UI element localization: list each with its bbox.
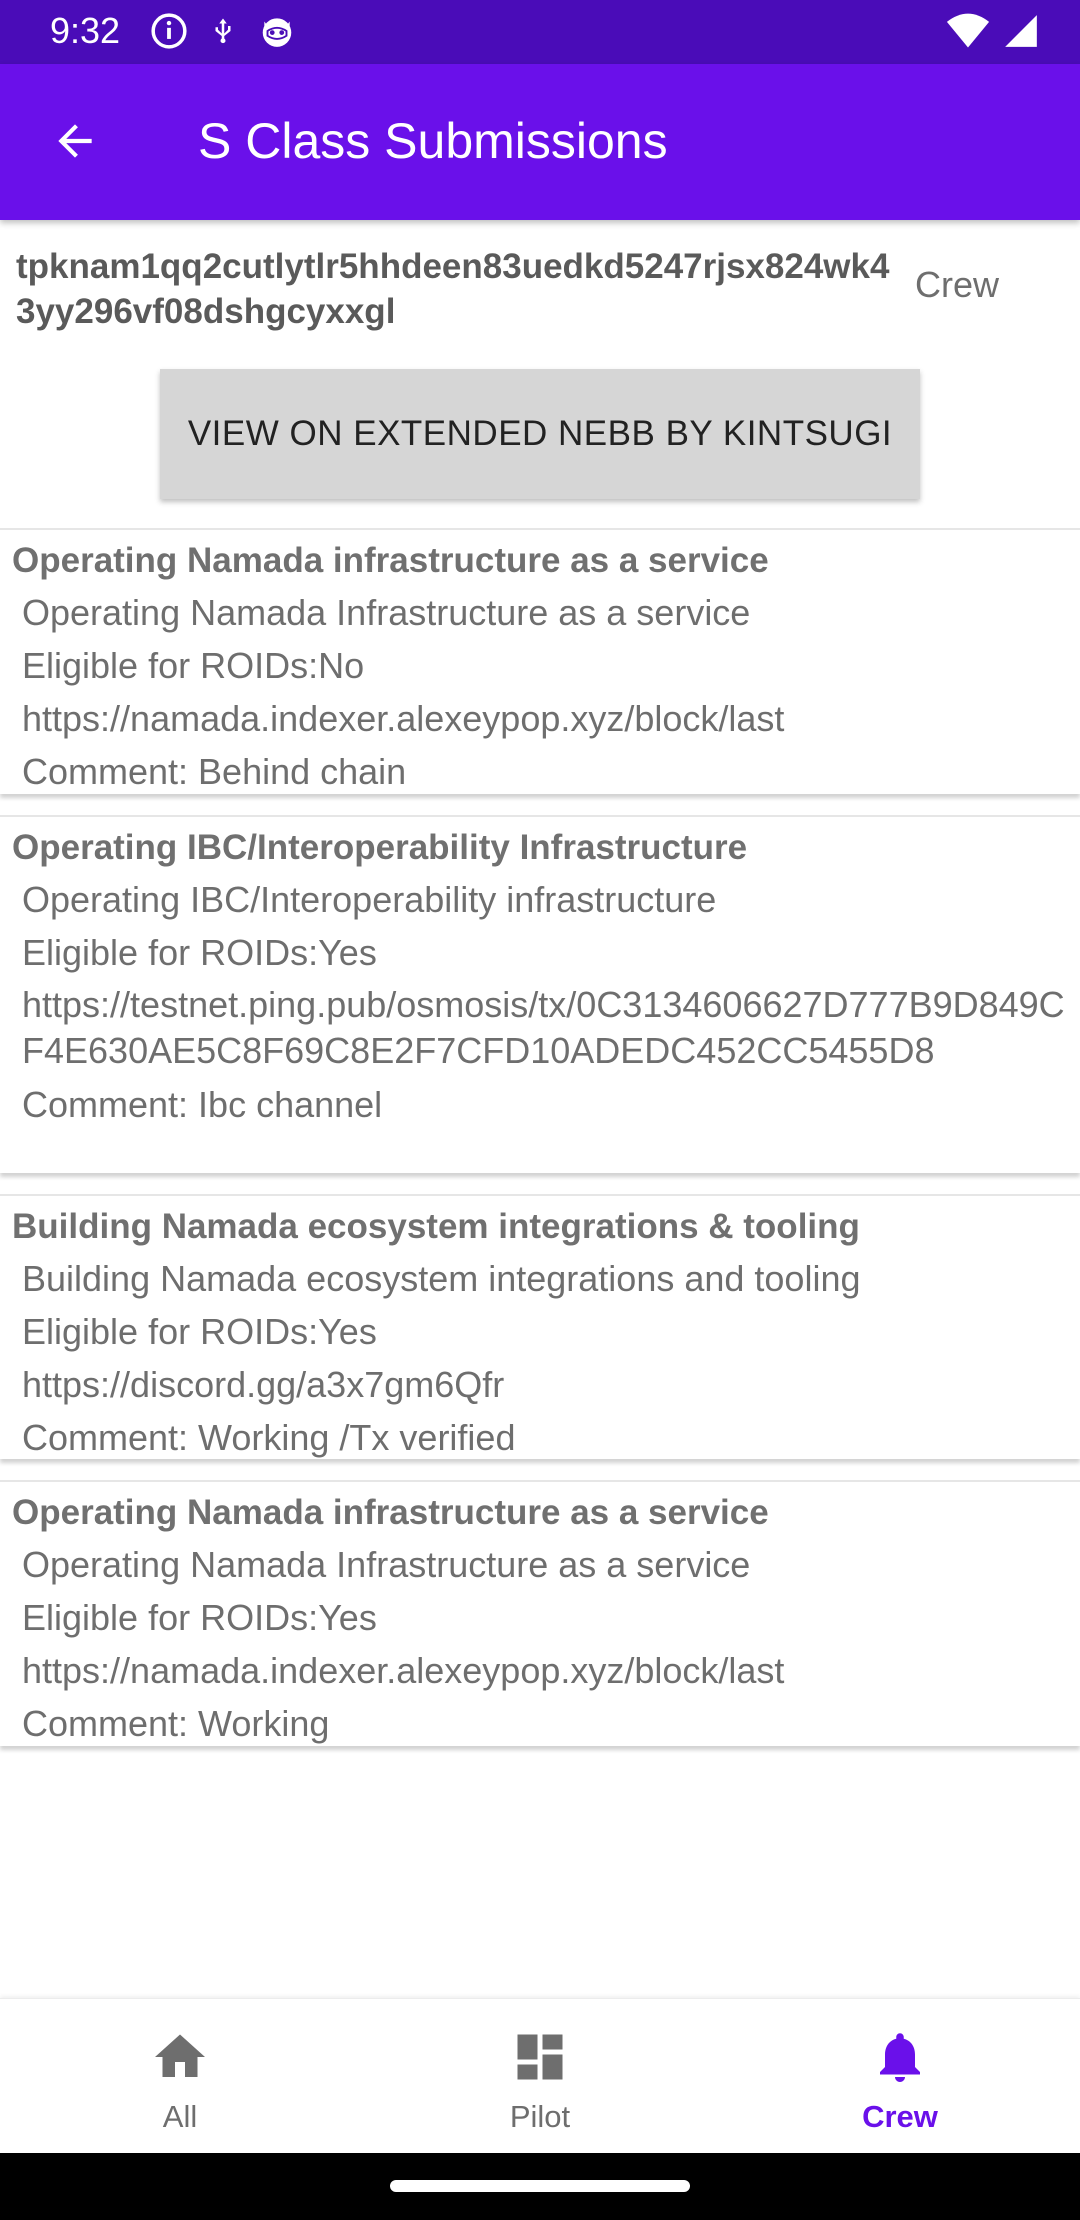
submission-link[interactable]: https://testnet.ping.pub/osmosis/tx/0C31…: [12, 979, 1072, 1078]
submission-eligibility: Eligible for ROIDs:Yes: [22, 1597, 377, 1638]
nav-item-crew[interactable]: Crew: [720, 1999, 1080, 2154]
submission-link[interactable]: https://namada.indexer.alexeypop.xyz/blo…: [12, 692, 1080, 745]
info-circle-icon: [150, 12, 188, 55]
submission-description: Operating IBC/Interoperability infrastru…: [22, 879, 717, 920]
page-title: S Class Submissions: [198, 113, 668, 169]
submission-link[interactable]: https://discord.gg/a3x7gm6Qfr: [12, 1358, 1080, 1411]
submission-link[interactable]: https://namada.indexer.alexeypop.xyz/blo…: [12, 1644, 1080, 1697]
submission-title: Operating Namada infrastructure as a ser…: [12, 541, 769, 580]
submission-title: Operating IBC/Interoperability Infrastru…: [12, 828, 748, 867]
dashboard-icon: [510, 2027, 570, 2087]
wallet-address: tpknam1qq2cutlytlr5hhdeen83uedkd5247rjsx…: [16, 247, 890, 331]
signal-icon: [1002, 12, 1040, 55]
submission-eligibility: Eligible for ROIDs:Yes: [22, 932, 377, 973]
nav-label-pilot: Pilot: [509, 2099, 571, 2134]
submission-comment: Comment: Ibc channel: [22, 1084, 383, 1125]
submission-card[interactable]: Operating IBC/Interoperability Infrastru…: [0, 815, 1080, 1173]
nav-label-crew: Crew: [862, 2099, 938, 2134]
status-icons-right: [946, 12, 1040, 55]
submission-comment: Comment: Behind chain: [22, 751, 407, 792]
nav-item-pilot[interactable]: Pilot: [360, 1999, 720, 2154]
nav-label-all: All: [162, 2099, 198, 2134]
view-on-extended-nebb-button[interactable]: VIEW ON EXTENDED NEBB BY KINTSUGI: [160, 369, 920, 499]
submission-card[interactable]: Operating Namada infrastructure as a ser…: [0, 1480, 1080, 1746]
app-bar: S Class Submissions: [0, 64, 1080, 220]
nav-item-all[interactable]: All: [0, 1999, 360, 2154]
arrow-back-icon: [50, 116, 100, 171]
gesture-handle[interactable]: [390, 2180, 690, 2192]
submission-description: Building Namada ecosystem integrations a…: [22, 1258, 861, 1299]
submission-description: Operating Namada Infrastructure as a ser…: [22, 592, 751, 633]
usb-icon: [208, 13, 238, 54]
bottom-navigation: All Pilot Crew: [0, 1998, 1080, 2153]
submission-title: Operating Namada infrastructure as a ser…: [12, 1493, 769, 1532]
system-gesture-bar: [0, 2153, 1080, 2220]
submission-title: Building Namada ecosystem integrations &…: [12, 1207, 860, 1246]
bell-icon: [870, 2027, 930, 2087]
status-icons-left: [150, 12, 296, 55]
submission-comment: Comment: Working /Tx verified: [22, 1417, 516, 1458]
submission-header: tpknam1qq2cutlytlr5hhdeen83uedkd5247rjsx…: [0, 220, 1080, 530]
status-bar: 9:32: [0, 0, 1080, 64]
wifi-icon: [946, 12, 990, 55]
status-time: 9:32: [50, 10, 121, 51]
cat-icon: [258, 12, 296, 55]
role-label: Crew: [915, 264, 1000, 305]
home-icon: [150, 2027, 210, 2087]
submission-description: Operating Namada Infrastructure as a ser…: [22, 1544, 751, 1585]
back-button[interactable]: [40, 108, 110, 178]
submission-eligibility: Eligible for ROIDs:Yes: [22, 1311, 377, 1352]
submission-eligibility: Eligible for ROIDs:No: [22, 645, 365, 686]
submission-card[interactable]: Operating Namada infrastructure as a ser…: [0, 528, 1080, 794]
submission-comment: Comment: Working: [22, 1703, 330, 1744]
submission-card[interactable]: Building Namada ecosystem integrations &…: [0, 1194, 1080, 1459]
